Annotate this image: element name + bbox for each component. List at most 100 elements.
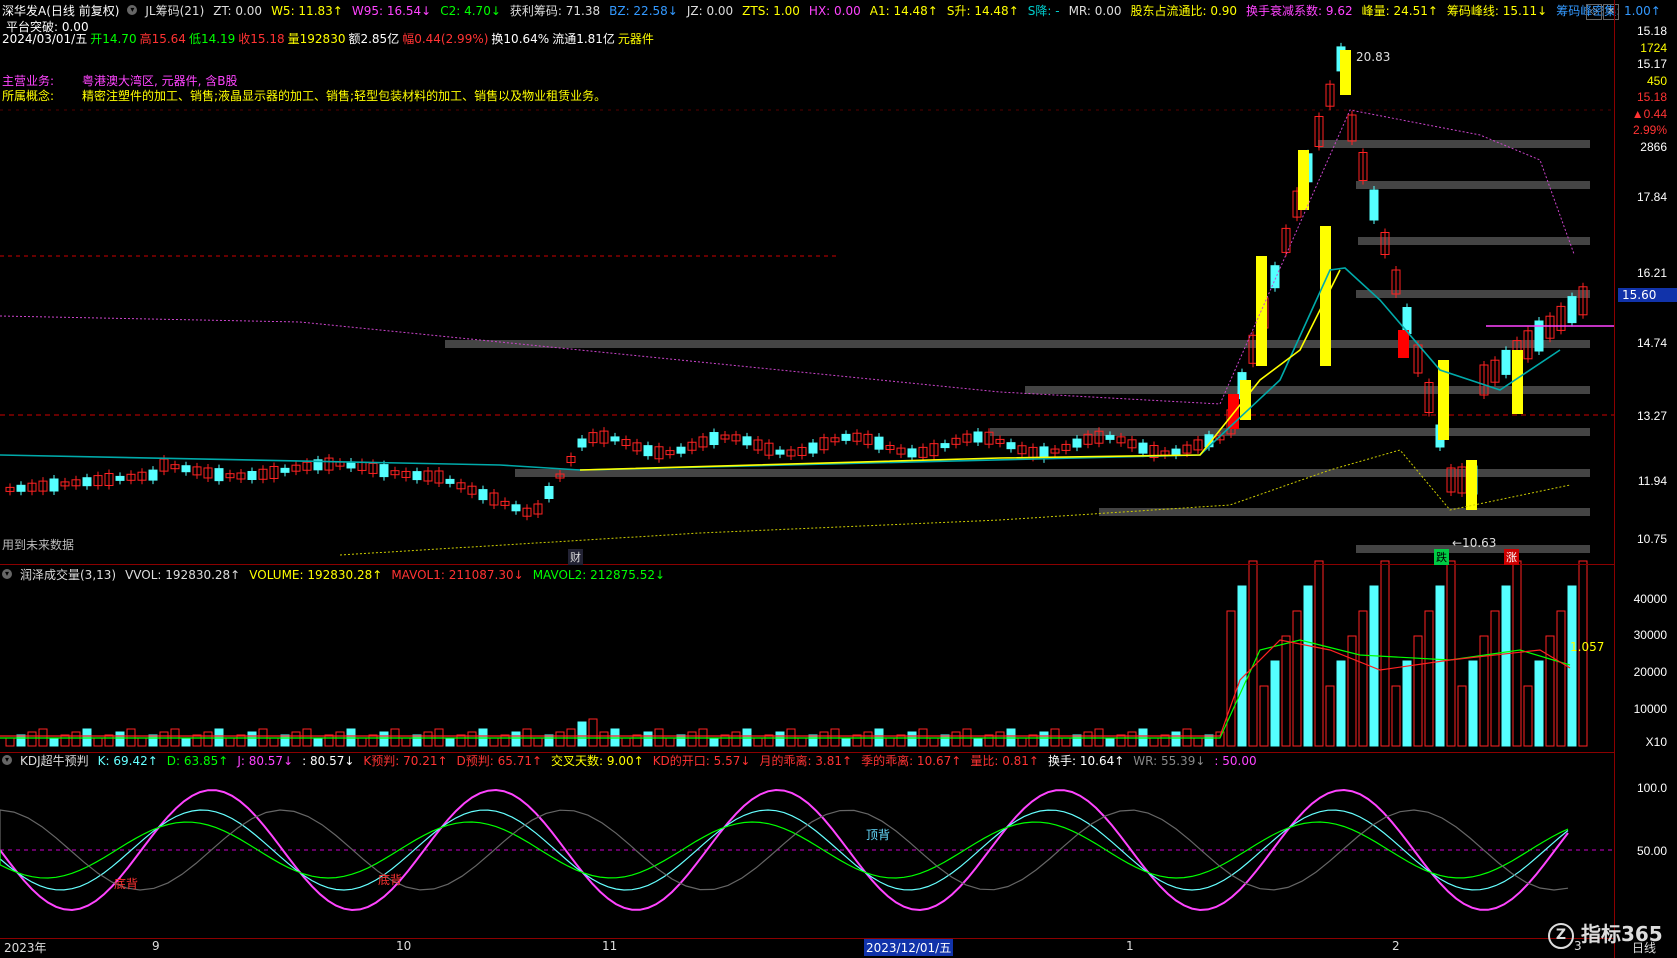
axis-top-value-7: 2866 bbox=[1640, 139, 1667, 154]
volume-bar-106 bbox=[1171, 731, 1181, 747]
candle-body-13 bbox=[148, 469, 158, 481]
candle-body-136 bbox=[1501, 349, 1511, 375]
volume-bar-29 bbox=[324, 734, 334, 747]
volume-bar-26 bbox=[291, 731, 301, 747]
volume-indicator-2: VOLUME: 192830.28↑ bbox=[249, 567, 383, 582]
volume-bar-36 bbox=[401, 737, 411, 747]
volume-bar-0 bbox=[5, 737, 15, 747]
volume-tick-2: 20000 bbox=[1633, 665, 1667, 679]
volume-bar-44 bbox=[489, 737, 499, 747]
volume-bar-52 bbox=[577, 721, 587, 747]
high-price-label: 20.83 bbox=[1356, 50, 1391, 64]
volume-menu-icon[interactable]: ▾ bbox=[2, 569, 12, 579]
volume-bar-140 bbox=[1545, 635, 1555, 747]
volume-bar-70 bbox=[775, 731, 785, 747]
volume-bar-116 bbox=[1281, 635, 1291, 747]
volume-bar-102 bbox=[1127, 731, 1137, 747]
volume-bar-96 bbox=[1061, 737, 1071, 747]
volume-bar-45 bbox=[500, 734, 510, 747]
ma-dotted-magenta bbox=[0, 109, 1575, 405]
cai-tag: 财 bbox=[568, 549, 583, 565]
volume-tick-3: 10000 bbox=[1633, 702, 1667, 716]
volume-bar-98 bbox=[1083, 731, 1093, 747]
volume-bar-33 bbox=[368, 734, 378, 747]
volume-bar-113 bbox=[1248, 560, 1258, 747]
volume-bar-2 bbox=[27, 731, 37, 747]
chip-bar-1 bbox=[1356, 181, 1590, 189]
candle-body-43 bbox=[478, 489, 488, 501]
volume-bar-127 bbox=[1402, 660, 1412, 747]
candle-body-103 bbox=[1138, 442, 1148, 454]
volume-indicator-list: 润泽成交量(3,13) VVOL: 192830.28↑ VOLUME: 19283… bbox=[20, 566, 674, 583]
red-highlight-candle-2 bbox=[1398, 330, 1409, 358]
candle-body-55 bbox=[610, 436, 620, 442]
volume-bar-77 bbox=[852, 734, 862, 747]
x-label-oct: 10 bbox=[396, 939, 412, 953]
candle-body-58 bbox=[643, 445, 653, 457]
volume-bar-138 bbox=[1523, 685, 1533, 747]
volume-bar-85 bbox=[940, 734, 950, 747]
volume-bar-134 bbox=[1479, 635, 1489, 747]
candle-body-16 bbox=[181, 465, 191, 473]
volume-bar-25 bbox=[280, 734, 290, 747]
volume-bar-16 bbox=[181, 737, 191, 747]
volume-bar-130 bbox=[1435, 585, 1445, 747]
volume-bar-93 bbox=[1028, 734, 1038, 747]
kdj-header: ▾ KDJ超牛预判 K: 69.42↑ D: 63.85↑ J: 80.57↓: 80… bbox=[2, 752, 1266, 768]
kdj-indicator-0: KDJ超牛预判 bbox=[20, 753, 89, 768]
kdj-indicator-9: 月的乖离: 3.81↑ bbox=[759, 753, 853, 768]
highlight-candle-3 bbox=[1320, 226, 1331, 366]
volume-bar-37 bbox=[412, 734, 422, 747]
axis-top-value-1: 1724 bbox=[1640, 40, 1667, 55]
candle-body-85 bbox=[940, 443, 950, 449]
axis-top-value-5: ▲0.44 bbox=[1631, 106, 1667, 121]
volume-multiplier: X10 bbox=[1645, 735, 1667, 749]
separator-bottom bbox=[0, 938, 1614, 939]
candle-body-142 bbox=[1567, 296, 1577, 324]
chip-bar-0 bbox=[1318, 140, 1590, 148]
volume-bar-90 bbox=[995, 731, 1005, 747]
volume-bar-92 bbox=[1017, 737, 1027, 747]
kdj-tick-50: 50.00 bbox=[1636, 844, 1667, 858]
kdj-menu-icon[interactable]: ▾ bbox=[2, 755, 12, 765]
volume-bar-57 bbox=[632, 734, 642, 747]
kdj-dibei-1: 底背 bbox=[114, 877, 139, 891]
candle-body-70 bbox=[775, 449, 785, 455]
candle-body-73 bbox=[808, 442, 818, 454]
volume-bar-61 bbox=[676, 734, 686, 747]
highlight-candle-7 bbox=[1512, 350, 1523, 414]
volume-bar-22 bbox=[247, 731, 257, 747]
volume-bar-50 bbox=[555, 731, 565, 747]
volume-bar-8 bbox=[93, 737, 103, 747]
volume-bar-108 bbox=[1193, 737, 1203, 747]
price-tick-5: 10.75 bbox=[1636, 532, 1667, 546]
volume-bar-89 bbox=[984, 734, 994, 747]
candle-body-64 bbox=[709, 432, 719, 446]
volume-bar-74 bbox=[819, 731, 829, 747]
kdj-indicator-5: K预判: 70.21↑ bbox=[363, 753, 448, 768]
axis-top-value-4: 15.18 bbox=[1636, 90, 1667, 104]
volume-bar-118 bbox=[1303, 585, 1313, 747]
volume-bar-86 bbox=[951, 731, 961, 747]
volume-header: ▾ 润泽成交量(3,13) VVOL: 192830.28↑ VOLUME: 192… bbox=[2, 566, 674, 582]
axis-top-value-3: 450 bbox=[1646, 73, 1667, 88]
volume-bar-100 bbox=[1105, 737, 1115, 747]
volume-bar-69 bbox=[764, 734, 774, 747]
x-label-feb: 2 bbox=[1392, 939, 1400, 953]
price-chart[interactable] bbox=[0, 0, 1614, 958]
highlight-candle-4 bbox=[1340, 50, 1351, 95]
volume-bar-104 bbox=[1149, 737, 1159, 747]
volume-bar-54 bbox=[599, 731, 609, 747]
x-label-cursor-date[interactable]: 2023/12/01/五 bbox=[864, 939, 954, 956]
volume-bar-119 bbox=[1314, 560, 1324, 747]
volume-bar-128 bbox=[1413, 635, 1423, 747]
volume-bar-1 bbox=[16, 734, 26, 747]
zhang-tag: 涨 bbox=[1504, 549, 1519, 565]
candle-body-82 bbox=[907, 448, 917, 458]
volume-bar-49 bbox=[544, 734, 554, 747]
candle-body-10 bbox=[115, 475, 125, 481]
kdj-indicator-1: K: 69.42↑ bbox=[97, 753, 158, 768]
x-label-sep: 9 bbox=[152, 939, 160, 953]
volume-bar-28 bbox=[313, 737, 323, 747]
watermark-text: 指标365 bbox=[1580, 922, 1663, 946]
